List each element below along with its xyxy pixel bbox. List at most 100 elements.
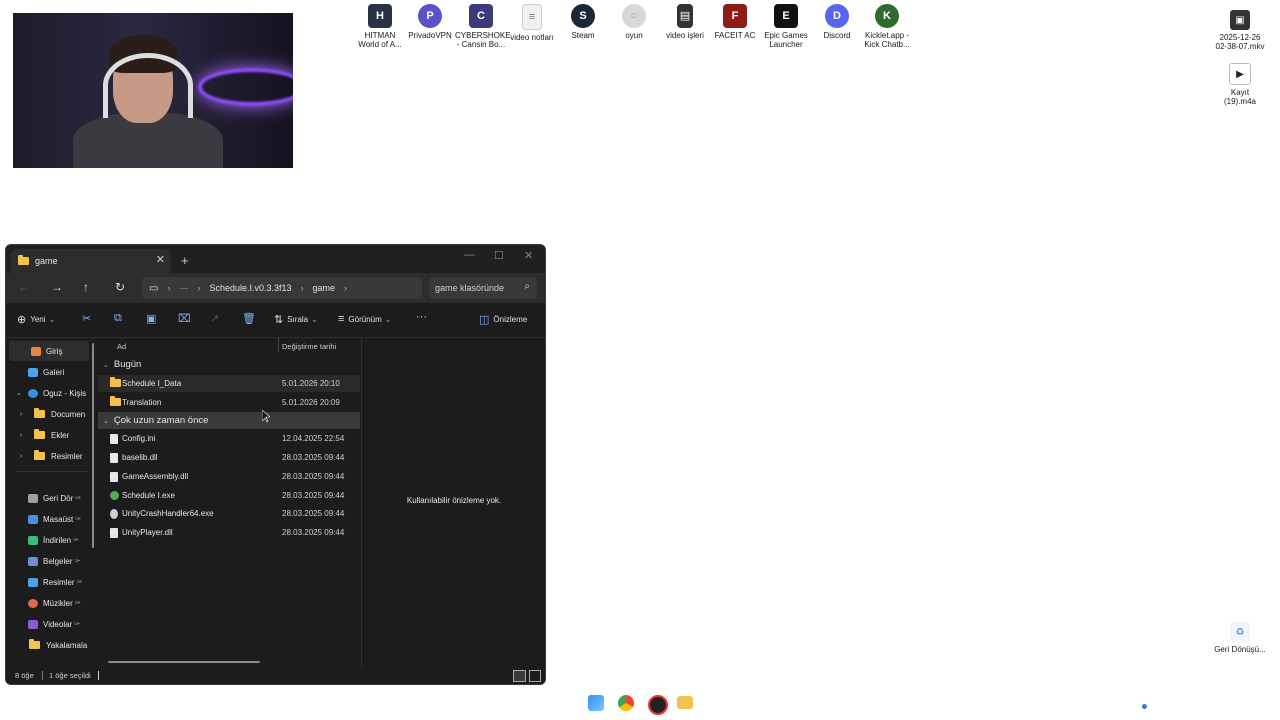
pictures-icon — [28, 577, 38, 587]
file-explorer-window: game ✕ + — ☐ ✕ ← → ↑ ↻ ▭ › ··· › Schedul… — [5, 244, 546, 685]
pin-icon: ✑ — [76, 579, 83, 586]
desktop-icon-kicklet[interactable]: K Kicklet.app - Kick Chatb... — [861, 4, 913, 49]
forward-button[interactable]: → — [51, 280, 63, 294]
breadcrumb-more[interactable]: ··· — [179, 283, 188, 293]
tab-game[interactable]: game ✕ — [11, 249, 171, 273]
desktop-icon-privadovpn[interactable]: P PrivadoVPN — [404, 4, 456, 40]
desktop-icon-cybershoke[interactable]: C CYBERSHOKE - Cansin Bo... — [455, 4, 511, 49]
recycle-icon — [28, 493, 38, 503]
rename-icon[interactable]: ⌧ — [178, 312, 191, 325]
sidebar-scrollbar[interactable] — [92, 343, 94, 548]
sort-button[interactable]: ⇅ Sırala ⌄ — [274, 313, 318, 326]
sidebar-item-documents-pinned[interactable]: Belgeler ✑ — [6, 551, 94, 571]
videos-icon — [28, 619, 38, 629]
chevron-down-icon[interactable]: ⌄ — [16, 389, 22, 397]
column-name-header[interactable]: Ad — [117, 342, 126, 351]
pin-icon: ✑ — [73, 537, 79, 544]
sidebar-item-videos[interactable]: Videolar ✑ — [6, 614, 94, 634]
hitman-icon: H — [368, 4, 392, 28]
back-button[interactable]: ← — [18, 280, 30, 294]
table-row[interactable]: UnityPlayer.dll 28.03.2025 09:44 — [98, 524, 360, 541]
new-button[interactable]: ⊕ Yeni ⌄ — [17, 313, 55, 326]
table-row[interactable]: Translation 5.01.2026 20:09 — [98, 394, 360, 411]
chevron-right-icon[interactable]: › — [20, 411, 22, 418]
app-icon — [110, 491, 119, 500]
more-options-button[interactable]: ··· — [416, 311, 427, 323]
desktop-icon-mkv[interactable]: ▣ 2025-12-26 02-38-07.mkv — [1214, 10, 1266, 51]
navigation-pane: Giriş Galeri ⌄ Oguz - Kişis › Documen › … — [6, 338, 96, 668]
table-row[interactable]: baselib.dll 28.03.2025 09:44 — [98, 449, 360, 466]
sidebar-item-recycle[interactable]: Geri Dör ✑ — [6, 488, 94, 508]
refresh-button[interactable]: ↻ — [115, 280, 125, 294]
desktop-icon-discord[interactable]: D Discord — [811, 4, 863, 40]
chevron-right-icon: › — [167, 283, 171, 293]
kicklet-icon: K — [875, 4, 899, 28]
sidebar-item-music[interactable]: Müzikler ✑ — [6, 593, 94, 613]
sidebar-item-documents[interactable]: › Documen — [6, 404, 94, 424]
share-icon[interactable]: ↗ — [210, 312, 219, 325]
column-modified-header[interactable]: Değiştirme tarihi — [282, 342, 336, 351]
desktop-icon-faceit[interactable]: F FACEIT AC — [709, 4, 761, 40]
table-row[interactable]: Schedule I_Data 5.01.2026 20:10 — [98, 375, 360, 392]
gallery-icon — [28, 367, 38, 377]
close-window-button[interactable]: ✕ — [524, 249, 533, 262]
chevron-right-icon[interactable]: › — [20, 453, 22, 460]
table-row[interactable]: UnityCrashHandler64.exe 28.03.2025 09:44 — [98, 505, 360, 522]
horizontal-scrollbar[interactable] — [108, 661, 260, 663]
desktop-icon-steam[interactable]: S Steam — [557, 4, 609, 40]
table-row[interactable]: GameAssembly.dll 28.03.2025 09:44 — [98, 468, 360, 485]
chevron-down-icon: ⌄ — [103, 361, 109, 369]
column-divider[interactable] — [278, 338, 279, 352]
group-header-today[interactable]: ⌄ Bugün — [98, 356, 360, 373]
sidebar-item-resimler-cloud[interactable]: › Resimler — [6, 446, 94, 466]
desktop-icon-recycle-bin[interactable]: ♻ Geri Dönüşü... — [1214, 622, 1266, 654]
sidebar-item-captures[interactable]: Yakalamala — [6, 635, 94, 655]
title-bar: game ✕ + — ☐ ✕ — [6, 245, 545, 273]
view-button[interactable]: ≡ Görünüm ⌄ — [338, 313, 391, 325]
mouse-cursor-icon — [262, 410, 270, 423]
breadcrumb-schedule[interactable]: Schedule.I.v0.3.3f13 — [209, 283, 291, 293]
sidebar-item-onedrive[interactable]: ⌄ Oguz - Kişis — [6, 383, 94, 403]
desktop-icon-m4a[interactable]: ▶ Kayıt (19).m4a — [1214, 63, 1266, 106]
sidebar-item-downloads[interactable]: İndirilen ✑ — [6, 530, 94, 550]
chrome-icon[interactable] — [618, 695, 634, 711]
preview-pane-button[interactable]: ◫ Önizleme — [479, 313, 527, 326]
breadcrumb-game[interactable]: game — [313, 283, 336, 293]
maximize-button[interactable]: ☐ — [494, 249, 504, 262]
sidebar-item-desktop[interactable]: Masaüst ✑ — [6, 509, 94, 529]
status-bar: 8 öğe 1 öğe seçildi — [6, 668, 545, 684]
desktop-icon-video-isleri[interactable]: ▤ video işleri — [659, 4, 711, 40]
sidebar-item-gallery[interactable]: Galeri — [6, 362, 94, 382]
sidebar-item-pictures[interactable]: Resimler ✑ — [6, 572, 94, 592]
desktop-icon-oyun[interactable]: ○ oyun — [608, 4, 660, 40]
delete-icon[interactable]: 🗑 — [242, 312, 256, 325]
tab-close-icon[interactable]: ✕ — [156, 253, 165, 266]
chevron-right-icon[interactable]: › — [20, 432, 22, 439]
table-row[interactable]: Config.ini 12.04.2025 22:54 — [98, 430, 360, 447]
home-icon — [31, 346, 41, 356]
sidebar-item-ekler[interactable]: › Ekler — [6, 425, 94, 445]
monitor-icon: ▭ — [149, 282, 159, 294]
chevron-right-icon: › — [197, 283, 201, 293]
folder-icon — [110, 377, 121, 387]
search-box[interactable]: game klasöründe ⌕ — [429, 277, 537, 299]
sidebar-item-home[interactable]: Giriş — [9, 341, 89, 361]
cut-icon[interactable]: ✂ — [82, 312, 91, 325]
group-header-long-ago[interactable]: ⌄ Çok uzun zaman önce — [98, 412, 360, 429]
details-view-icon[interactable] — [513, 670, 526, 682]
up-button[interactable]: ↑ — [83, 280, 89, 294]
copy-icon[interactable]: ⧉ — [114, 312, 122, 325]
start-icon[interactable] — [588, 695, 604, 711]
file-explorer-icon[interactable] — [677, 696, 693, 709]
obs-icon[interactable] — [648, 695, 668, 715]
audio-file-icon: ▶ — [1229, 63, 1251, 85]
desktop-icon-epic[interactable]: E Epic Games Launcher — [760, 4, 812, 49]
paste-icon[interactable]: ▣ — [146, 312, 156, 325]
desktop-icon-video-notlari[interactable]: ≡ video notları — [506, 4, 558, 42]
address-bar[interactable]: ▭ › ··· › Schedule.I.v0.3.3f13 › game › — [142, 277, 422, 299]
tiles-view-icon[interactable] — [529, 670, 541, 682]
minimize-button[interactable]: — — [464, 249, 475, 261]
new-tab-button[interactable]: + — [181, 253, 189, 268]
desktop-icon-hitman[interactable]: H HITMAN World of A... — [354, 4, 406, 49]
table-row[interactable]: Schedule I.exe 28.03.2025 09:44 — [98, 487, 360, 504]
